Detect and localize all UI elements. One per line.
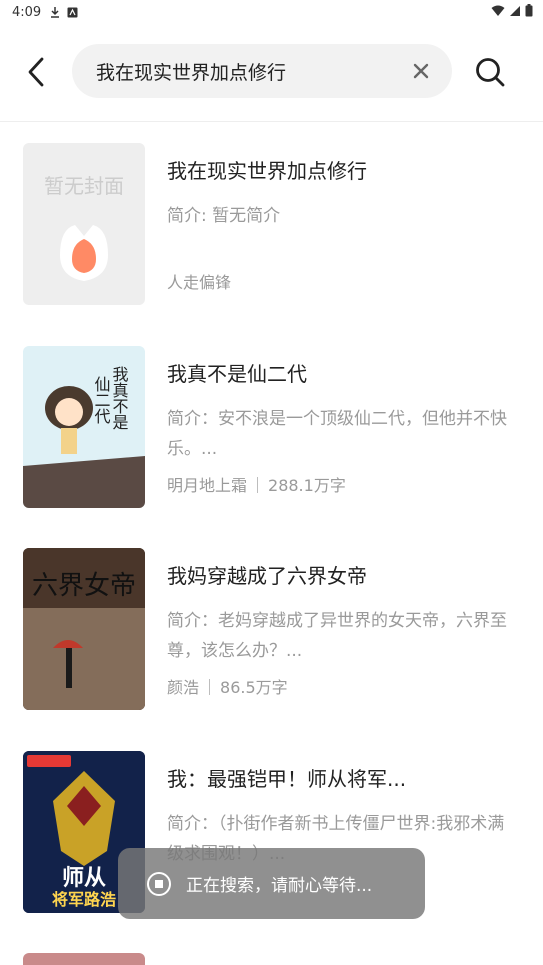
book-cover: 我真不是 仙二代 xyxy=(23,346,145,508)
book-title[interactable]: 我真不是仙二代 xyxy=(167,358,307,387)
status-time: 4:09 xyxy=(12,4,42,20)
book-author: 颜浩 xyxy=(167,678,200,697)
book-cover-placeholder: 暂无封面 xyxy=(23,143,145,305)
cover-title-text: 六界女帝 xyxy=(32,571,136,601)
close-icon xyxy=(413,63,429,79)
download-icon xyxy=(49,6,61,18)
book-author: 人走偏锋 xyxy=(167,273,232,292)
book-author: 明月地上霜 xyxy=(167,476,248,495)
book-word-count: 288.1万字 xyxy=(268,476,346,495)
book-item[interactable]: 六界女帝 我妈穿越成了六界女帝 简介：老妈穿越成了异世界的女天帝，六界至尊，该怎… xyxy=(0,548,543,718)
back-arrow-icon xyxy=(28,57,44,87)
meta-separator xyxy=(209,679,211,695)
search-query[interactable]: 我在现实世界加点修行 xyxy=(96,58,286,85)
cover-placeholder-text: 暂无封面 xyxy=(44,174,124,198)
cover-logo-badge xyxy=(27,755,71,767)
search-button[interactable] xyxy=(470,52,510,92)
search-input[interactable]: 我在现实世界加点修行 xyxy=(72,44,452,98)
toast-text: 正在搜索，请耐心等待... xyxy=(186,876,373,896)
status-bar: 4:09 xyxy=(0,0,543,24)
cover-figure xyxy=(66,648,72,688)
book-intro: 简介: 暂无简介 xyxy=(167,206,281,226)
cover-light xyxy=(23,608,145,710)
cover-title-text: 我真不是 xyxy=(110,366,129,430)
book-intro: 简介：老妈穿越成了异世界的女天帝，六界至尊，该怎么办？... xyxy=(167,611,507,661)
book-meta: 人走偏锋 xyxy=(167,269,231,293)
book-cover-partial[interactable] xyxy=(23,953,145,965)
cover-rock xyxy=(23,456,145,508)
svg-text:将军路浩: 将军路浩 xyxy=(52,890,116,909)
meta-separator xyxy=(257,477,259,493)
cover-figure-face xyxy=(55,398,83,426)
cover-figure-body xyxy=(61,428,77,454)
book-title[interactable]: 我在现实世界加点修行 xyxy=(167,155,367,184)
book-word-count: 86.5万字 xyxy=(220,678,288,697)
book-title[interactable]: 我妈穿越成了六界女帝 xyxy=(167,560,367,589)
book-cover: 六界女帝 xyxy=(23,548,145,710)
wifi-icon xyxy=(491,5,505,20)
cover-title-text: 师从 xyxy=(62,865,106,891)
signal-icon xyxy=(509,5,521,20)
search-icon xyxy=(476,58,505,87)
loading-icon xyxy=(147,871,171,896)
book-title[interactable]: 我：最强铠甲！师从将军... xyxy=(167,763,406,792)
book-meta: 颜浩 86.5万字 xyxy=(167,674,288,698)
book-intro: 简介：安不浪是一个顶级仙二代，但他并不快乐。... xyxy=(167,409,507,459)
book-item[interactable]: 我真不是 仙二代 我真不是仙二代 简介：安不浪是一个顶级仙二代，但他并不快乐。.… xyxy=(0,346,543,516)
clear-button[interactable] xyxy=(410,60,432,82)
back-button[interactable] xyxy=(18,52,54,92)
svg-text:仙二代: 仙二代 xyxy=(92,376,111,425)
battery-icon xyxy=(525,4,533,20)
header-divider xyxy=(0,121,543,122)
book-meta: 明月地上霜 288.1万字 xyxy=(167,472,346,496)
loading-toast: 正在搜索，请耐心等待... xyxy=(118,848,425,919)
app-notification-icon xyxy=(67,7,78,18)
search-header: 我在现实世界加点修行 xyxy=(0,40,543,104)
book-item[interactable]: 暂无封面 我在现实世界加点修行 简介: 暂无简介 人走偏锋 xyxy=(0,143,543,313)
